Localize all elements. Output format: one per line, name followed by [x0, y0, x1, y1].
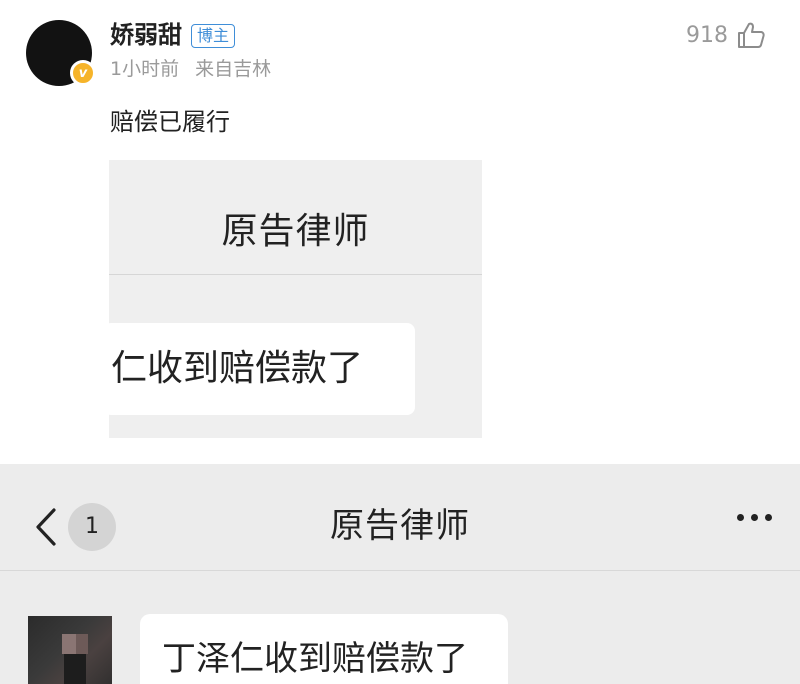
- chat-avatar-pixelated: [28, 616, 112, 684]
- post-time: 1小时前: [110, 58, 180, 80]
- post-meta: 1小时前 来自吉林: [110, 56, 271, 82]
- nav-divider: [0, 570, 800, 571]
- thumbs-up-icon: [738, 22, 765, 48]
- post-image-crop[interactable]: 原告律师 仁收到赔偿款了: [109, 160, 482, 438]
- more-dots-icon: [737, 514, 772, 521]
- chat-nav-bar: 1 原告律师: [0, 464, 800, 572]
- verified-icon: v: [70, 60, 96, 86]
- like-button[interactable]: 918: [686, 20, 766, 50]
- username[interactable]: 娇弱甜: [110, 20, 182, 50]
- verified-badge-label: v: [78, 65, 88, 81]
- post-location: 来自吉林: [195, 58, 272, 80]
- chat-title: 原告律师: [330, 506, 470, 546]
- post-text: 赔偿已履行: [110, 108, 230, 136]
- crop-divider: [109, 274, 482, 275]
- role-badge: 博主: [191, 24, 236, 48]
- crop-chat-title: 原告律师: [221, 211, 370, 252]
- chat-message-bubble: 丁泽仁收到赔偿款了: [140, 614, 508, 684]
- crop-chat-bubble: 仁收到赔偿款了: [109, 323, 415, 415]
- like-count: 918: [686, 22, 728, 48]
- post-image-screenshot[interactable]: 1 原告律师 丁泽仁收到赔偿款了: [0, 464, 800, 684]
